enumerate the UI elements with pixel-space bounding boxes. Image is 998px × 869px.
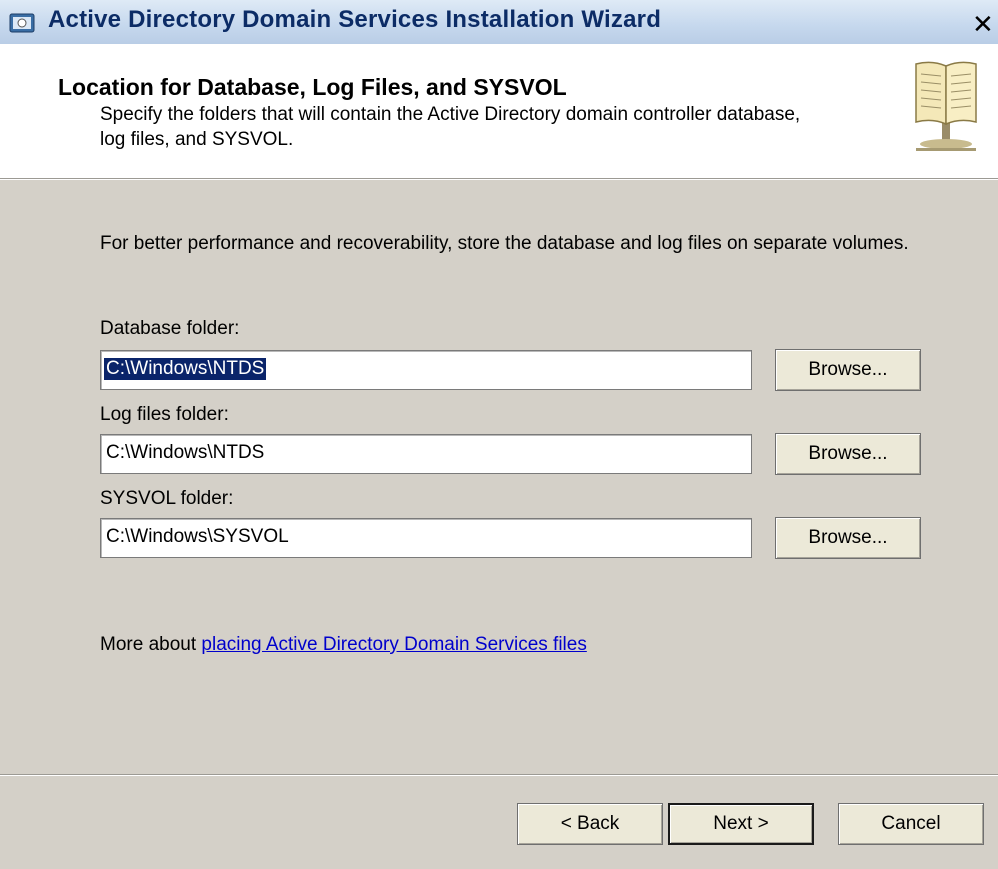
log-files-browse-button[interactable]: Browse... <box>775 433 921 475</box>
placing-files-help-link[interactable]: placing Active Directory Domain Services… <box>201 634 586 655</box>
intro-text: For better performance and recoverabilit… <box>100 233 909 254</box>
window-title: Active Directory Domain Services Install… <box>48 6 662 33</box>
wizard-header: Location for Database, Log Files, and SY… <box>0 44 998 178</box>
cancel-button[interactable]: Cancel <box>838 803 984 845</box>
sysvol-folder-value: C:\Windows\SYSVOL <box>106 526 289 547</box>
wizard-app-icon <box>9 13 35 33</box>
page-title: Location for Database, Log Files, and SY… <box>58 74 567 100</box>
title-bar[interactable]: Active Directory Domain Services Install… <box>0 0 998 45</box>
sysvol-folder-input[interactable]: C:\Windows\SYSVOL <box>100 518 752 558</box>
next-button[interactable]: Next > <box>668 803 814 845</box>
log-files-folder-value: C:\Windows\NTDS <box>106 442 265 463</box>
back-button[interactable]: < Back <box>517 803 663 845</box>
footer-separator <box>0 774 998 776</box>
database-folder-label: Database folder: <box>100 318 240 339</box>
close-icon[interactable]: ✕ <box>972 10 998 38</box>
log-files-folder-label: Log files folder: <box>100 404 229 425</box>
book-icon <box>915 61 977 151</box>
more-info-prefix: More about <box>100 634 202 655</box>
page-description: Specify the folders that will contain th… <box>100 104 801 150</box>
sysvol-browse-button[interactable]: Browse... <box>775 517 921 559</box>
log-files-folder-input[interactable]: C:\Windows\NTDS <box>100 434 752 474</box>
header-separator <box>0 178 998 180</box>
more-info: More about placing Active Directory Doma… <box>100 634 587 656</box>
sysvol-folder-label: SYSVOL folder: <box>100 488 234 509</box>
database-folder-input[interactable]: C:\Windows\NTDS <box>100 350 752 390</box>
database-folder-value: C:\Windows\NTDS <box>104 358 267 380</box>
database-browse-button[interactable]: Browse... <box>775 349 921 391</box>
